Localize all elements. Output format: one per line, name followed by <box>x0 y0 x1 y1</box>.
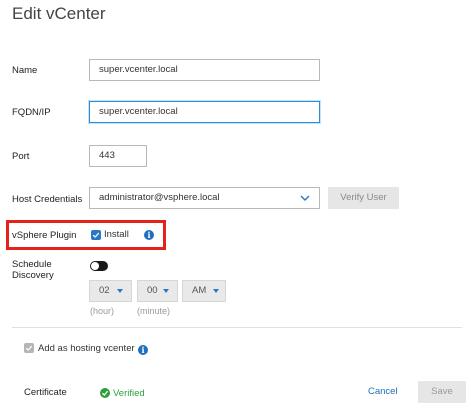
host-credentials-value: administrator@vsphere.local <box>99 192 220 203</box>
hour-value: 02 <box>99 285 110 296</box>
certificate-label: Certificate <box>24 387 67 398</box>
dropdown-triangle-icon <box>163 289 169 293</box>
schedule-discovery-label: Schedule Discovery <box>12 259 54 281</box>
check-icon <box>25 345 33 351</box>
verify-user-button[interactable]: Verify User <box>328 187 399 209</box>
minute-hint: (minute) <box>137 306 171 316</box>
certificate-status: Verified <box>113 388 145 399</box>
host-credentials-select[interactable]: administrator@vsphere.local <box>89 187 320 209</box>
vsphere-plugin-label: vSphere Plugin <box>12 230 77 241</box>
ampm-select[interactable]: AM <box>182 280 226 302</box>
hour-hint: (hour) <box>90 306 115 316</box>
check-icon <box>92 232 100 238</box>
fqdn-label: FQDN/IP <box>12 107 51 118</box>
install-label: Install <box>104 229 129 240</box>
ampm-value: AM <box>192 285 207 296</box>
dropdown-triangle-icon <box>213 289 219 293</box>
verified-check-icon <box>100 388 110 398</box>
name-label: Name <box>12 65 38 76</box>
dialog-title: Edit vCenter <box>12 4 106 23</box>
section-divider <box>12 327 462 328</box>
save-button[interactable]: Save <box>418 381 466 403</box>
minute-value: 00 <box>147 285 158 296</box>
hosting-vcenter-label: Add as hosting vcenter <box>38 343 135 354</box>
name-input[interactable]: super.vcenter.local <box>89 59 320 81</box>
minute-select[interactable]: 00 <box>137 280 178 302</box>
info-icon[interactable]: i <box>144 230 154 240</box>
port-label: Port <box>12 151 30 162</box>
hour-select[interactable]: 02 <box>89 280 132 302</box>
install-checkbox[interactable] <box>91 230 101 240</box>
dropdown-triangle-icon <box>117 289 123 293</box>
schedule-discovery-toggle[interactable] <box>90 261 108 271</box>
toggle-knob <box>91 262 99 270</box>
cancel-button[interactable]: Cancel <box>368 386 398 397</box>
info-icon[interactable]: i <box>138 345 148 355</box>
port-input[interactable]: 443 <box>89 145 147 167</box>
host-credentials-label: Host Credentials <box>12 194 83 205</box>
hosting-vcenter-checkbox[interactable] <box>24 343 34 353</box>
chevron-down-icon <box>300 195 310 201</box>
fqdn-input[interactable]: super.vcenter.local <box>89 101 320 123</box>
